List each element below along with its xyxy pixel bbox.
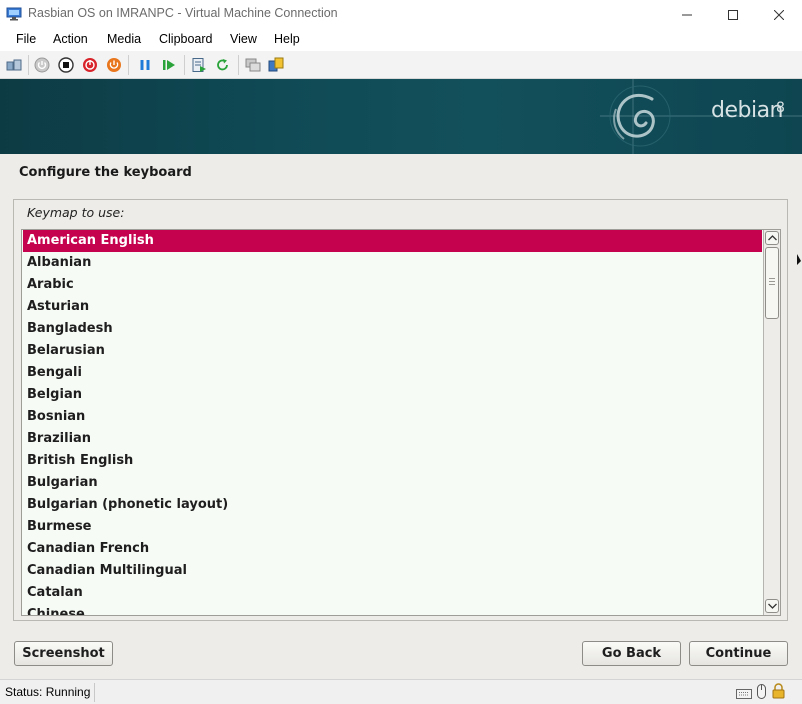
- keymap-item-selected[interactable]: American English: [23, 230, 762, 252]
- mouse-cursor-icon: [797, 254, 801, 265]
- close-button[interactable]: [756, 0, 802, 29]
- toolbar-separator: [128, 55, 129, 75]
- mouse-icon: [757, 684, 766, 703]
- keymap-item[interactable]: Chinese: [23, 604, 762, 615]
- checkpoint-icon[interactable]: [190, 56, 208, 74]
- scroll-down-button[interactable]: [765, 599, 779, 613]
- keymap-item[interactable]: Arabic: [23, 274, 762, 296]
- keymap-item[interactable]: Brazilian: [23, 428, 762, 450]
- turn-off-icon[interactable]: [57, 56, 75, 74]
- keymap-item[interactable]: Asturian: [23, 296, 762, 318]
- menu-file[interactable]: File: [16, 32, 36, 46]
- keymap-listbox[interactable]: American English Albanian Arabic Asturian Ba…: [21, 229, 781, 616]
- maximize-button[interactable]: [710, 0, 756, 29]
- installer-panel: Configure the keyboard Keymap to use: Am…: [0, 154, 802, 679]
- scroll-thumb[interactable]: [765, 247, 779, 319]
- keymap-item[interactable]: Bosnian: [23, 406, 762, 428]
- menu-help[interactable]: Help: [274, 32, 300, 46]
- debian-version: 8: [776, 100, 785, 116]
- screenshot-button[interactable]: Screenshot: [14, 641, 113, 666]
- keymap-item[interactable]: Belarusian: [23, 340, 762, 362]
- keymap-item[interactable]: Canadian Multilingual: [23, 560, 762, 582]
- pause-icon[interactable]: [136, 56, 154, 74]
- start-icon[interactable]: [33, 56, 51, 74]
- status-bar: Status: Running: [0, 679, 802, 704]
- list-scrollbar[interactable]: [763, 230, 780, 615]
- toolbar-separator: [238, 55, 239, 75]
- save-state-icon[interactable]: [105, 56, 123, 74]
- debian-logo: debian: [711, 98, 784, 123]
- ctrl-alt-del-icon[interactable]: [5, 56, 23, 74]
- resume-icon[interactable]: [160, 56, 178, 74]
- chevron-down-icon: [767, 603, 777, 609]
- toolbar-separator: [28, 55, 29, 75]
- keymap-item[interactable]: Bulgarian: [23, 472, 762, 494]
- continue-button[interactable]: Continue: [689, 641, 788, 666]
- keymap-item[interactable]: Bulgarian (phonetic layout): [23, 494, 762, 516]
- toolbar: [0, 51, 802, 79]
- keymap-item[interactable]: Albanian: [23, 252, 762, 274]
- share-icon[interactable]: [267, 56, 285, 74]
- menu-action[interactable]: Action: [53, 32, 88, 46]
- keymap-frame: Keymap to use: American English Albanian A…: [13, 199, 788, 621]
- menu-clipboard[interactable]: Clipboard: [159, 32, 213, 46]
- window-title: Rasbian OS on IMRANPC - Virtual Machine …: [28, 6, 338, 20]
- keymap-item[interactable]: Burmese: [23, 516, 762, 538]
- menu-media[interactable]: Media: [107, 32, 141, 46]
- shut-down-icon[interactable]: [81, 56, 99, 74]
- keymap-item[interactable]: Bangladesh: [23, 318, 762, 340]
- page-title: Configure the keyboard: [19, 165, 192, 180]
- toolbar-separator: [184, 55, 185, 75]
- keymap-item[interactable]: Canadian French: [23, 538, 762, 560]
- menu-bar: File Action Media Clipboard View Help: [0, 29, 802, 51]
- lock-icon: [772, 683, 785, 703]
- window-title-bar[interactable]: Rasbian OS on IMRANPC - Virtual Machine …: [0, 0, 802, 29]
- revert-icon[interactable]: [214, 56, 232, 74]
- keymap-item[interactable]: Belgian: [23, 384, 762, 406]
- vm-connection-icon: [6, 6, 22, 22]
- keyboard-icon: [736, 685, 752, 704]
- scroll-up-button[interactable]: [765, 231, 779, 245]
- minimize-button[interactable]: [664, 0, 710, 29]
- keymap-prompt: Keymap to use:: [27, 205, 125, 220]
- status-text: Status: Running: [5, 685, 91, 699]
- keymap-item[interactable]: British English: [23, 450, 762, 472]
- enhanced-session-icon[interactable]: [244, 56, 262, 74]
- chevron-up-icon: [767, 235, 777, 241]
- go-back-button[interactable]: Go Back: [582, 641, 681, 666]
- keymap-item[interactable]: Catalan: [23, 582, 762, 604]
- debian-banner: debian 8: [0, 79, 802, 154]
- status-separator: [94, 683, 95, 702]
- keymap-item[interactable]: Bengali: [23, 362, 762, 384]
- menu-view[interactable]: View: [230, 32, 257, 46]
